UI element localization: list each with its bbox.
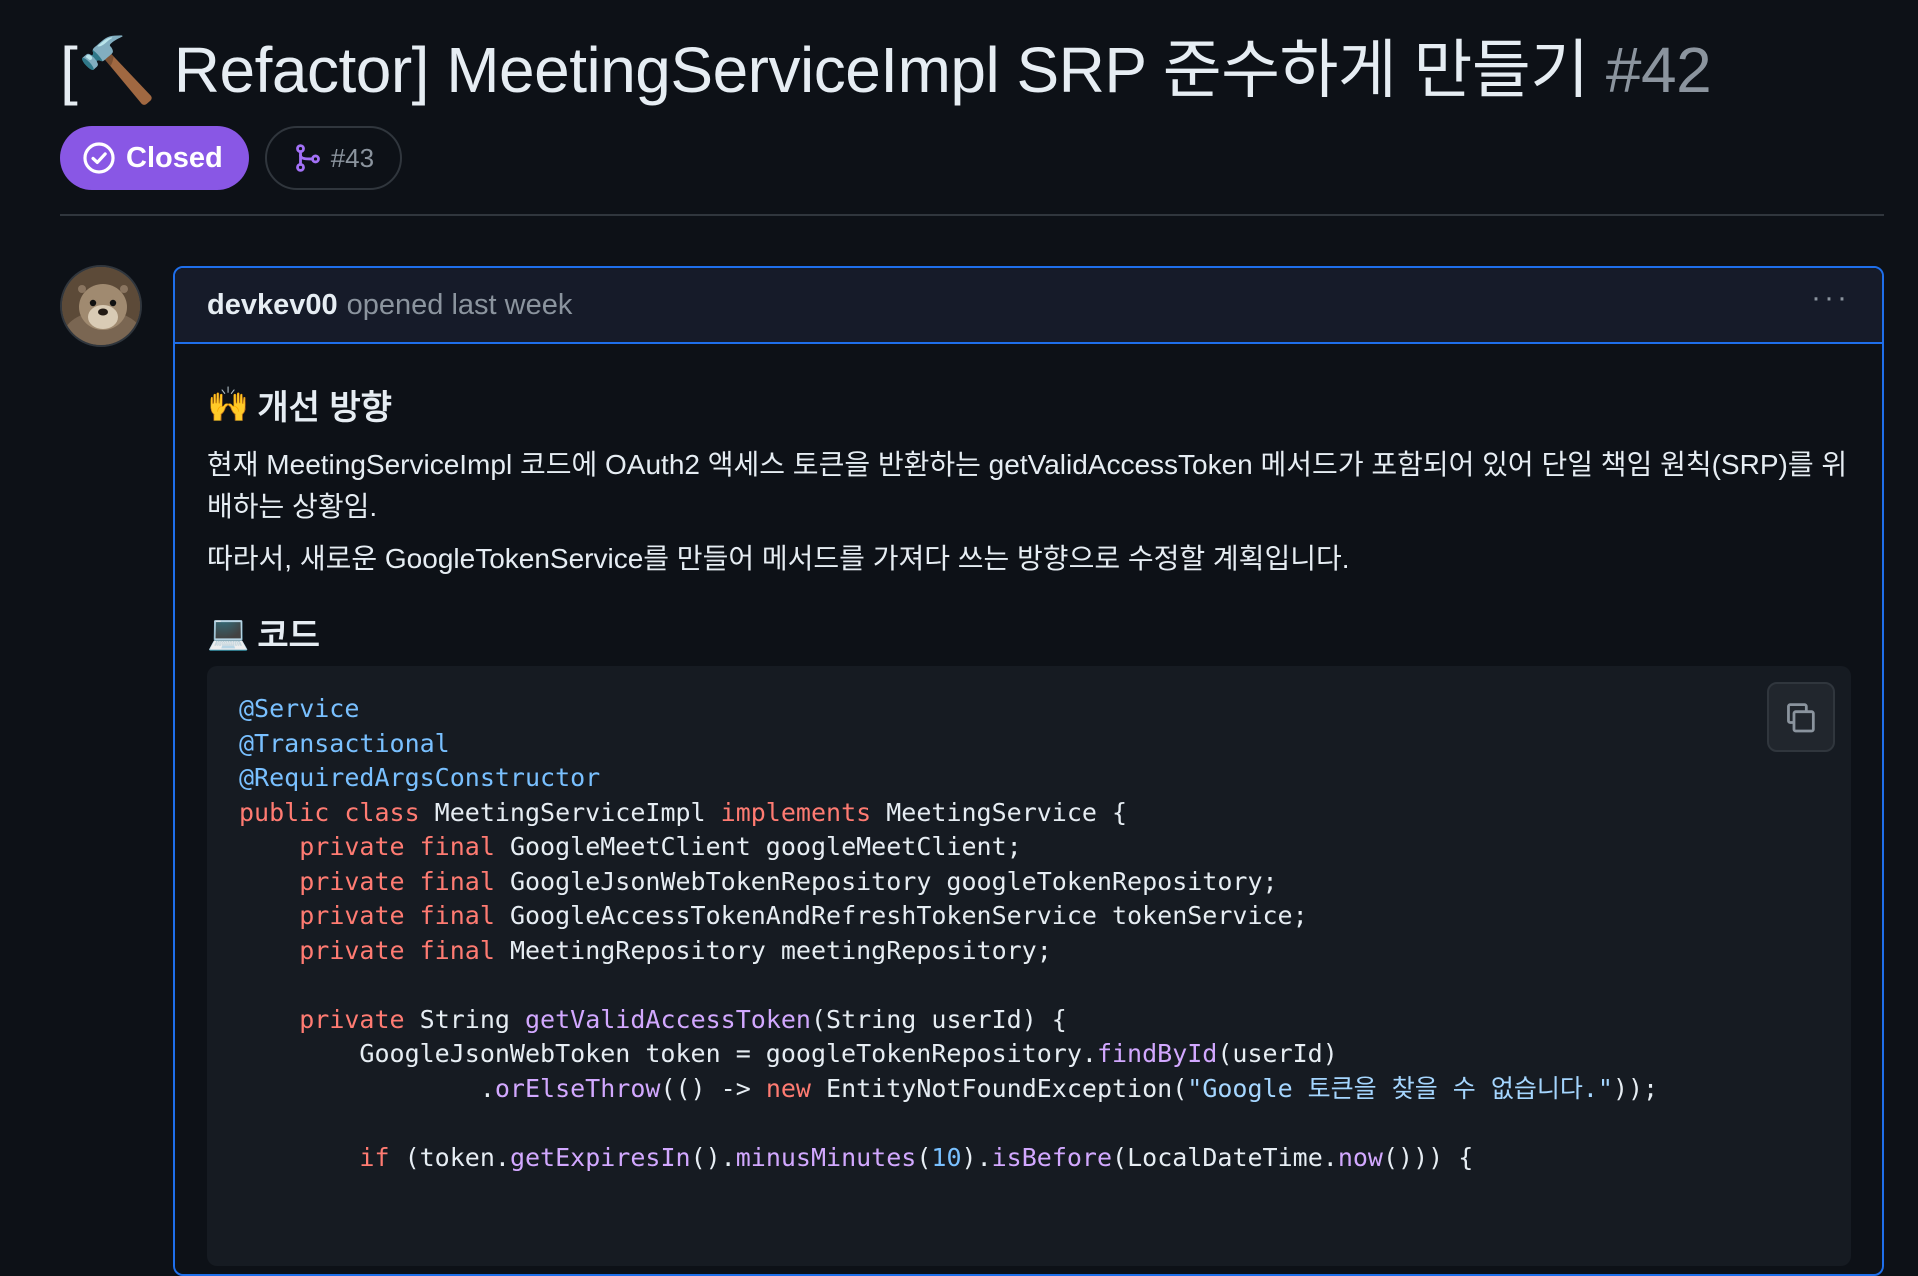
code-token: GoogleJsonWebToken token = googleTokenRe… bbox=[239, 1039, 1097, 1068]
code-block: @Service @Transactional @RequiredArgsCon… bbox=[207, 666, 1851, 1266]
code-token: String bbox=[419, 1004, 525, 1034]
comment-author[interactable]: devkev00 bbox=[207, 289, 338, 322]
code-token: orElseThrow bbox=[494, 1073, 661, 1103]
linked-pull-request-link[interactable]: #43 bbox=[264, 126, 403, 190]
issue-meta-row: Closed #43 bbox=[60, 126, 403, 190]
code-token: private final bbox=[299, 832, 510, 861]
section-heading-improvement: 🙌 개선 방향 bbox=[207, 380, 392, 429]
code-line: @Service bbox=[239, 694, 359, 723]
comment-timestamp[interactable]: opened last week bbox=[347, 289, 573, 322]
code-token: MeetingServiceImpl bbox=[434, 797, 721, 827]
code-token: ). bbox=[961, 1142, 992, 1172]
code-token: (() -> bbox=[660, 1073, 766, 1103]
copy-icon bbox=[1784, 700, 1818, 734]
code-token: public class bbox=[239, 797, 435, 827]
code-token: . bbox=[239, 1073, 495, 1103]
code-content: @Service @Transactional @RequiredArgsCon… bbox=[239, 692, 1658, 1175]
code-line: if (token.getExpiresIn().minusMinutes(10… bbox=[239, 1143, 1473, 1172]
code-token: isBefore bbox=[991, 1142, 1113, 1172]
section-heading-text: 코드 bbox=[257, 617, 320, 655]
code-token: getExpiresIn bbox=[509, 1142, 691, 1172]
code-token: )); bbox=[1612, 1073, 1659, 1103]
issue-title-heading: [🔨 Refactor] MeetingServiceImpl SRP 준수하게… bbox=[60, 30, 1712, 110]
code-token: private bbox=[299, 1004, 420, 1034]
code-token: (LocalDateTime. bbox=[1112, 1142, 1338, 1172]
header-divider bbox=[60, 214, 1884, 216]
code-token: getValidAccessToken bbox=[525, 1004, 811, 1034]
issue-title: [🔨 Refactor] MeetingServiceImpl SRP 준수하게… bbox=[60, 34, 1589, 106]
code-line: private final GoogleAccessTokenAndRefres… bbox=[239, 901, 1308, 930]
code-token: implements bbox=[720, 797, 887, 827]
code-line: public class MeetingServiceImpl implemen… bbox=[239, 798, 1127, 827]
author-avatar[interactable] bbox=[60, 265, 142, 347]
code-token: new bbox=[765, 1073, 827, 1103]
code-token: (). bbox=[690, 1142, 736, 1172]
issue-comment: devkev00 opened last week ··· 🙌 개선 방향 현재… bbox=[173, 266, 1884, 1276]
code-token: minusMinutes bbox=[735, 1142, 917, 1172]
plan-paragraph: 따라서, 새로운 GoogleTokenService를 만들어 메서드를 가져… bbox=[207, 543, 1350, 574]
code-token: EntityNotFoundException( bbox=[826, 1073, 1188, 1103]
code-token: @RequiredArgsConstructor bbox=[239, 763, 601, 792]
code-token: MeetingService { bbox=[886, 797, 1128, 827]
description-paragraph: 현재 MeetingServiceImpl 코드에 OAuth2 액세스 토큰을… bbox=[207, 449, 1848, 522]
code-token: private final bbox=[299, 935, 510, 965]
code-token: (userId) bbox=[1217, 1039, 1338, 1068]
code-token: findById bbox=[1096, 1039, 1218, 1068]
code-token: @Service bbox=[239, 694, 360, 723]
code-token: ( bbox=[916, 1142, 932, 1172]
code-token: (token. bbox=[404, 1142, 510, 1172]
code-token: private final bbox=[299, 866, 510, 896]
section-heading-code: 💻 코드 bbox=[207, 608, 320, 657]
git-pull-request-icon bbox=[293, 143, 323, 173]
linked-pr-number: #43 bbox=[330, 142, 375, 173]
code-line: private final GoogleMeetClient googleMee… bbox=[239, 832, 1022, 861]
state-label: Closed bbox=[126, 141, 223, 174]
code-token: MeetingRepository meetingRepository; bbox=[509, 935, 1052, 965]
code-line: .orElseThrow(() -> new EntityNotFoundExc… bbox=[239, 1074, 1658, 1103]
code-line: GoogleJsonWebToken token = googleTokenRe… bbox=[239, 1039, 1338, 1068]
issue-closed-icon bbox=[82, 141, 116, 175]
code-line: private String getValidAccessToken(Strin… bbox=[239, 1005, 1067, 1034]
code-token: ())) { bbox=[1382, 1142, 1474, 1172]
code-token: private final bbox=[299, 901, 510, 930]
issue-number: #42 bbox=[1605, 34, 1712, 106]
section-heading-text: 개선 방향 bbox=[257, 389, 392, 427]
code-token: "Google 토큰을 찾을 수 없습니다." bbox=[1187, 1073, 1613, 1103]
comment-header: devkev00 opened last week ··· bbox=[175, 268, 1882, 344]
copy-code-button[interactable] bbox=[1767, 682, 1835, 752]
state-badge: Closed bbox=[60, 126, 249, 190]
code-token: now bbox=[1337, 1142, 1383, 1172]
laptop-icon: 💻 bbox=[207, 613, 250, 652]
raised-hands-icon: 🙌 bbox=[207, 385, 250, 424]
code-token: @Transactional bbox=[239, 728, 450, 758]
code-token: GoogleAccessTokenAndRefreshTokenService … bbox=[509, 901, 1308, 930]
code-line: @Transactional bbox=[239, 729, 450, 758]
code-token: GoogleJsonWebTokenRepository googleToken… bbox=[509, 866, 1278, 896]
code-line: private final MeetingRepository meetingR… bbox=[239, 936, 1052, 965]
code-token: (String userId) { bbox=[810, 1004, 1067, 1034]
code-line: @RequiredArgsConstructor bbox=[239, 763, 600, 792]
code-token: GoogleMeetClient googleMeetClient; bbox=[509, 832, 1022, 861]
code-token: if bbox=[359, 1142, 405, 1172]
code-token: 10 bbox=[931, 1142, 962, 1172]
code-line: private final GoogleJsonWebTokenReposito… bbox=[239, 866, 1278, 896]
comment-options-button[interactable]: ··· bbox=[1811, 283, 1850, 327]
